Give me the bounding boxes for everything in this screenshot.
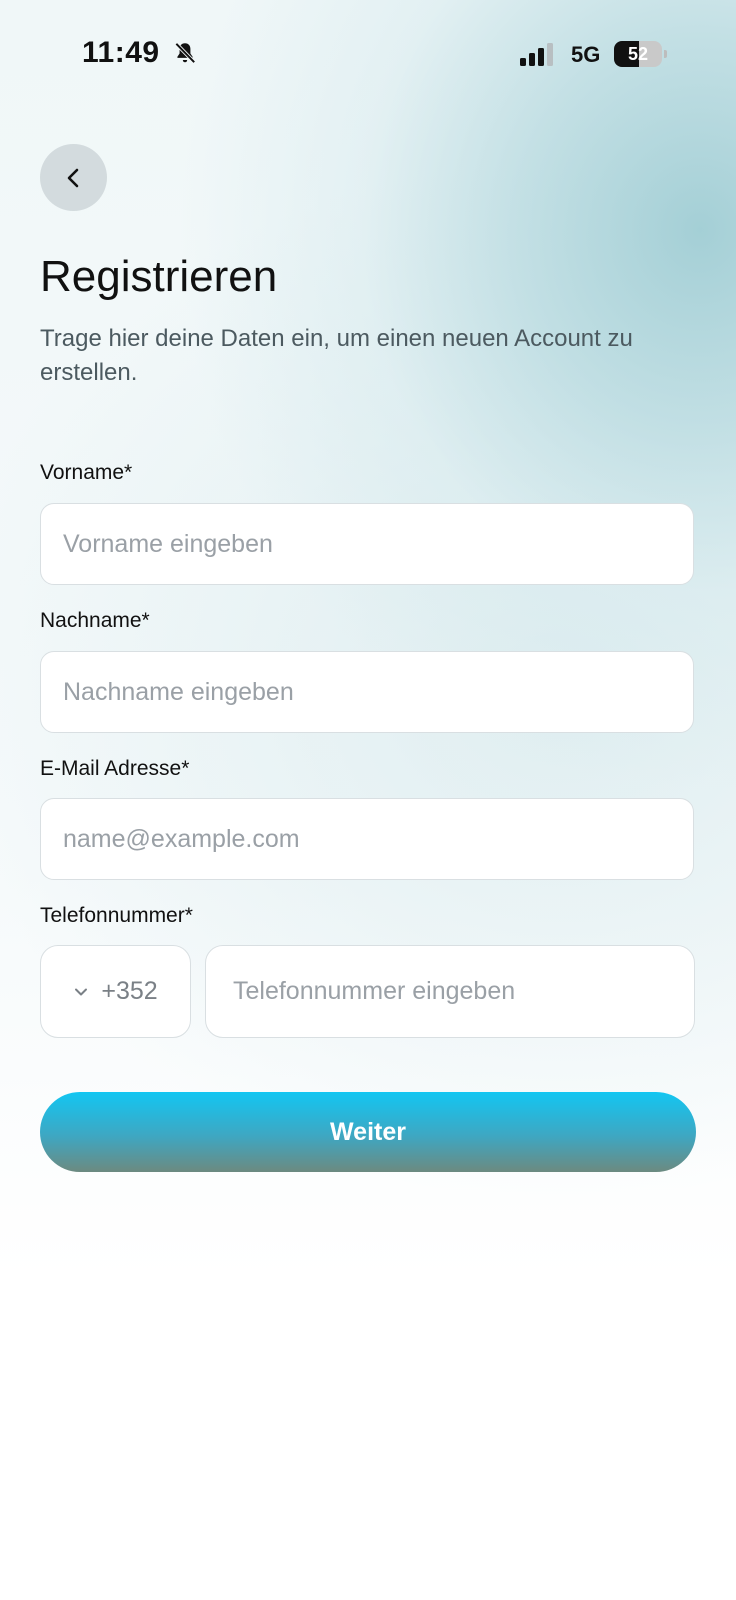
last-name-input[interactable] [40,651,694,733]
email-label: E-Mail Adresse* [40,757,190,780]
page-title: Registrieren [40,252,278,301]
page-subtitle: Trage hier deine Daten ein, um einen neu… [40,325,633,386]
cellular-signal-icon [520,43,558,67]
network-type: 5G [571,42,601,67]
phone-input[interactable] [205,945,695,1038]
first-name-label: Vorname* [40,461,133,484]
last-name-label: Nachname* [40,609,150,632]
continue-button[interactable]: Weiter [40,1092,696,1172]
email-input[interactable] [40,798,694,880]
battery-cap [664,50,667,58]
phone-label: Telefonnummer* [40,904,193,927]
status-bar: 11:49 5G 52 [0,0,736,100]
bell-slash-icon [172,40,198,66]
country-code-value: +352 [101,977,158,1005]
status-time: 11:49 [82,36,160,69]
chevron-left-icon [67,168,78,187]
battery-level: 52 [627,44,649,64]
country-code-select[interactable]: +352 [40,945,191,1038]
battery-icon: 52 [614,41,668,67]
back-button[interactable] [40,144,107,211]
chevron-down-icon [75,988,88,995]
first-name-input[interactable] [40,503,694,585]
registration-screen: 11:49 5G 52 Registrieren Trage hier dein… [0,0,736,1600]
